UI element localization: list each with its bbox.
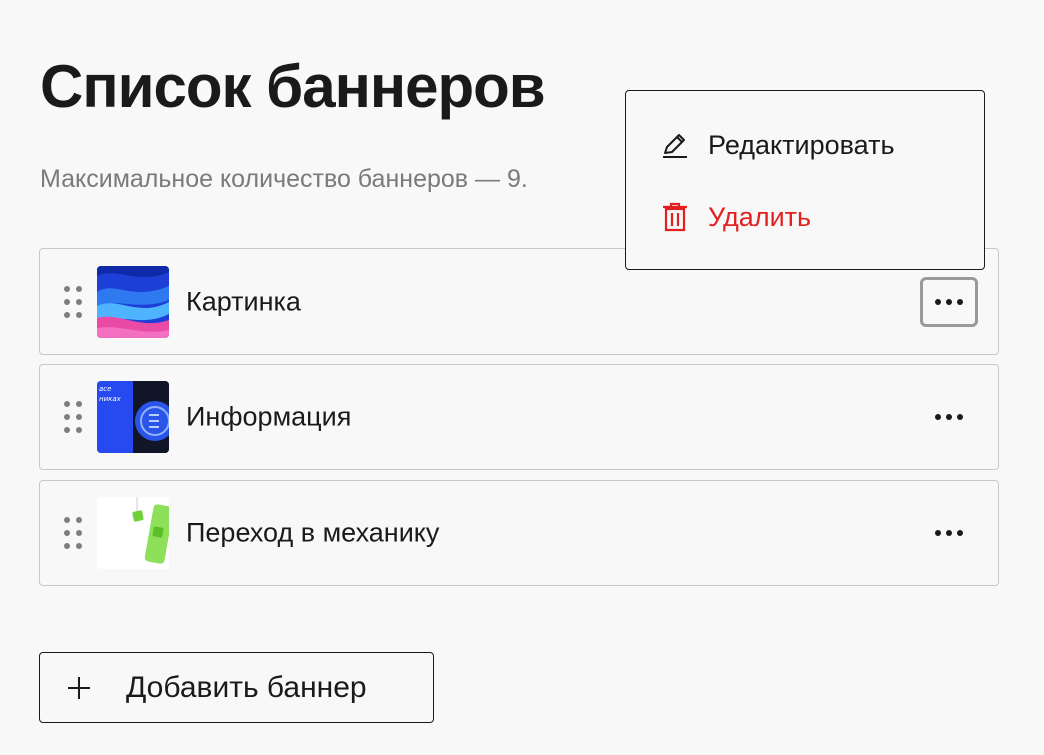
edit-menu-item[interactable]: Редактировать <box>660 125 895 165</box>
banner-context-menu: Редактировать Удалить <box>625 90 985 270</box>
banner-limit-hint: Максимальное количество баннеров — 9. <box>40 165 528 193</box>
edit-menu-label: Редактировать <box>708 129 895 160</box>
thumbnail-text: никах <box>99 395 122 403</box>
banner-thumbnail <box>97 265 169 338</box>
banner-thumbnail: асе никах <box>97 381 169 453</box>
pencil-icon <box>663 134 687 158</box>
banner-thumbnail <box>97 497 169 569</box>
thumbnail-text: асе <box>99 385 111 393</box>
add-banner-label: Добавить баннер <box>126 670 367 704</box>
more-actions-button[interactable] <box>920 392 978 442</box>
drag-handle-icon[interactable] <box>64 517 82 549</box>
delete-menu-item[interactable]: Удалить <box>660 197 811 237</box>
banner-list-page: Список баннеров Максимальное количество … <box>0 0 1044 755</box>
banner-title: Информация <box>186 401 352 432</box>
banner-row: Переход в механику <box>39 480 999 586</box>
add-banner-button[interactable]: Добавить баннер <box>39 652 434 723</box>
trash-icon <box>663 202 687 232</box>
drag-handle-icon[interactable] <box>64 401 82 433</box>
banner-row: асе никах Информация <box>39 364 999 470</box>
more-actions-button[interactable] <box>920 276 978 327</box>
banner-title: Картинка <box>186 286 301 316</box>
banner-list: Картинка асе никах Информация Переход в … <box>39 248 999 595</box>
drag-handle-icon[interactable] <box>64 285 82 318</box>
more-actions-button[interactable] <box>920 508 978 558</box>
delete-menu-label: Удалить <box>708 201 812 232</box>
page-title: Список баннеров <box>40 53 546 120</box>
plus-icon <box>68 676 90 699</box>
banner-title: Переход в механику <box>186 517 440 548</box>
